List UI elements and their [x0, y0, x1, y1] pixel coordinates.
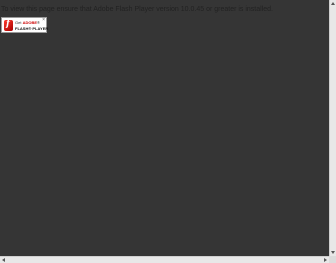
- scrollbar-corner: [329, 256, 336, 263]
- badge-reg-mark: ®: [37, 20, 40, 25]
- scroll-down-arrow-icon[interactable]: [331, 251, 335, 254]
- vertical-scrollbar[interactable]: [329, 0, 336, 256]
- badge-get-line: Get ADOBE®: [15, 20, 40, 25]
- flash-requirement-notice: To view this page ensure that Adobe Flas…: [1, 6, 273, 13]
- get-flash-player-badge[interactable]: f Get ADOBE® FLASH® PLAYER ×: [1, 17, 49, 33]
- badge-get-label: Get: [15, 20, 22, 25]
- horizontal-scrollbar[interactable]: [0, 256, 329, 263]
- flash-logo-glyph: f: [6, 19, 10, 29]
- scroll-left-arrow-icon[interactable]: [2, 258, 5, 262]
- scroll-up-arrow-icon[interactable]: [331, 2, 335, 5]
- scroll-right-arrow-icon[interactable]: [324, 258, 327, 262]
- badge-brand-label: ADOBE: [22, 20, 38, 25]
- adobe-flash-logo-icon: f: [4, 19, 13, 31]
- close-icon[interactable]: ×: [42, 18, 45, 23]
- badge-product-label: FLASH® PLAYER: [15, 26, 49, 31]
- page-viewport: To view this page ensure that Adobe Flas…: [0, 0, 329, 256]
